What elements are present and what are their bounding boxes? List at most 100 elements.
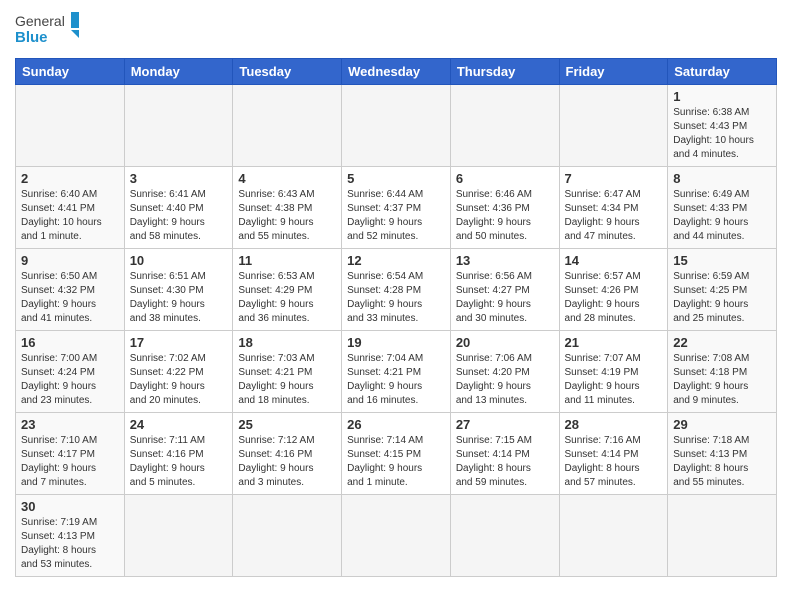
- calendar-cell: 30 Sunrise: 7:19 AM Sunset: 4:13 PM Dayli…: [16, 495, 125, 577]
- day-info: Sunrise: 6:43 AM Sunset: 4:38 PM Dayligh…: [238, 188, 336, 244]
- calendar-cell: 12Sunrise: 6:54 AM Sunset: 4:28 PM Dayli…: [342, 249, 451, 331]
- day-number: 25: [238, 417, 336, 432]
- calendar-week-row: 2 Sunrise: 6:40 AM Sunset: 4:41 PM Daylig…: [16, 167, 777, 249]
- day-number: 13: [456, 253, 554, 268]
- calendar-cell: 25 Sunrise: 7:12 AM Sunset: 4:16 PM Dayli…: [233, 413, 342, 495]
- day-number: 23: [21, 417, 119, 432]
- logo: GeneralBlue: [15, 10, 85, 50]
- day-number: 17: [130, 335, 228, 350]
- weekday-header: Monday: [124, 59, 233, 85]
- day-number: 6: [456, 171, 554, 186]
- calendar-cell: [233, 85, 342, 167]
- day-info: Sunrise: 6:53 AM Sunset: 4:29 PM Dayligh…: [238, 270, 336, 326]
- calendar-header-row: SundayMondayTuesdayWednesdayThursdayFrid…: [16, 59, 777, 85]
- svg-text:General: General: [15, 13, 65, 29]
- calendar-cell: [668, 495, 777, 577]
- calendar-cell: 29 Sunrise: 7:18 AM Sunset: 4:13 PM Dayli…: [668, 413, 777, 495]
- calendar-week-row: 16Sunrise: 7:00 AM Sunset: 4:24 PM Dayli…: [16, 331, 777, 413]
- day-info: Sunrise: 6:51 AM Sunset: 4:30 PM Dayligh…: [130, 270, 228, 326]
- day-number: 20: [456, 335, 554, 350]
- calendar-cell: 27Sunrise: 7:15 AM Sunset: 4:14 PM Dayli…: [450, 413, 559, 495]
- day-info: Sunrise: 6:54 AM Sunset: 4:28 PM Dayligh…: [347, 270, 445, 326]
- weekday-header: Wednesday: [342, 59, 451, 85]
- calendar-cell: 8Sunrise: 6:49 AM Sunset: 4:33 PM Daylig…: [668, 167, 777, 249]
- calendar-week-row: 30 Sunrise: 7:19 AM Sunset: 4:13 PM Dayli…: [16, 495, 777, 577]
- day-info: Sunrise: 7:19 AM Sunset: 4:13 PM Dayligh…: [21, 516, 119, 572]
- calendar-cell: 14Sunrise: 6:57 AM Sunset: 4:26 PM Dayli…: [559, 249, 668, 331]
- calendar-cell: 22Sunrise: 7:08 AM Sunset: 4:18 PM Dayli…: [668, 331, 777, 413]
- calendar-week-row: 23 Sunrise: 7:10 AM Sunset: 4:17 PM Dayli…: [16, 413, 777, 495]
- calendar-cell: 26 Sunrise: 7:14 AM Sunset: 4:15 PM Dayli…: [342, 413, 451, 495]
- weekday-header: Thursday: [450, 59, 559, 85]
- svg-text:Blue: Blue: [15, 29, 48, 46]
- calendar-cell: [124, 85, 233, 167]
- calendar-cell: [342, 495, 451, 577]
- day-number: 16: [21, 335, 119, 350]
- calendar-cell: 17 Sunrise: 7:02 AM Sunset: 4:22 PM Dayli…: [124, 331, 233, 413]
- calendar-cell: [559, 85, 668, 167]
- day-info: Sunrise: 7:10 AM Sunset: 4:17 PM Dayligh…: [21, 434, 119, 490]
- day-info: Sunrise: 6:57 AM Sunset: 4:26 PM Dayligh…: [565, 270, 663, 326]
- calendar-cell: [124, 495, 233, 577]
- calendar-cell: [450, 85, 559, 167]
- calendar-cell: [233, 495, 342, 577]
- day-info: Sunrise: 7:02 AM Sunset: 4:22 PM Dayligh…: [130, 352, 228, 408]
- day-number: 29: [673, 417, 771, 432]
- calendar-week-row: 1Sunrise: 6:38 AM Sunset: 4:43 PM Daylig…: [16, 85, 777, 167]
- day-info: Sunrise: 6:50 AM Sunset: 4:32 PM Dayligh…: [21, 270, 119, 326]
- calendar-cell: 2 Sunrise: 6:40 AM Sunset: 4:41 PM Daylig…: [16, 167, 125, 249]
- calendar-cell: 7Sunrise: 6:47 AM Sunset: 4:34 PM Daylig…: [559, 167, 668, 249]
- day-info: Sunrise: 7:03 AM Sunset: 4:21 PM Dayligh…: [238, 352, 336, 408]
- weekday-header: Tuesday: [233, 59, 342, 85]
- calendar-cell: 18Sunrise: 7:03 AM Sunset: 4:21 PM Dayli…: [233, 331, 342, 413]
- day-info: Sunrise: 7:12 AM Sunset: 4:16 PM Dayligh…: [238, 434, 336, 490]
- calendar-cell: 1Sunrise: 6:38 AM Sunset: 4:43 PM Daylig…: [668, 85, 777, 167]
- calendar-cell: [16, 85, 125, 167]
- day-number: 19: [347, 335, 445, 350]
- calendar-cell: 10 Sunrise: 6:51 AM Sunset: 4:30 PM Dayli…: [124, 249, 233, 331]
- day-number: 24: [130, 417, 228, 432]
- day-info: Sunrise: 7:04 AM Sunset: 4:21 PM Dayligh…: [347, 352, 445, 408]
- calendar-cell: 3Sunrise: 6:41 AM Sunset: 4:40 PM Daylig…: [124, 167, 233, 249]
- calendar-cell: 20Sunrise: 7:06 AM Sunset: 4:20 PM Dayli…: [450, 331, 559, 413]
- calendar-cell: 15 Sunrise: 6:59 AM Sunset: 4:25 PM Dayli…: [668, 249, 777, 331]
- day-number: 7: [565, 171, 663, 186]
- day-info: Sunrise: 7:18 AM Sunset: 4:13 PM Dayligh…: [673, 434, 771, 490]
- day-number: 11: [238, 253, 336, 268]
- day-number: 21: [565, 335, 663, 350]
- day-info: Sunrise: 7:14 AM Sunset: 4:15 PM Dayligh…: [347, 434, 445, 490]
- day-number: 4: [238, 171, 336, 186]
- weekday-header: Sunday: [16, 59, 125, 85]
- day-info: Sunrise: 6:38 AM Sunset: 4:43 PM Dayligh…: [673, 106, 771, 162]
- calendar-cell: 4 Sunrise: 6:43 AM Sunset: 4:38 PM Daylig…: [233, 167, 342, 249]
- calendar-cell: 21 Sunrise: 7:07 AM Sunset: 4:19 PM Dayli…: [559, 331, 668, 413]
- calendar-cell: 28 Sunrise: 7:16 AM Sunset: 4:14 PM Dayli…: [559, 413, 668, 495]
- calendar-cell: 5 Sunrise: 6:44 AM Sunset: 4:37 PM Daylig…: [342, 167, 451, 249]
- weekday-header: Friday: [559, 59, 668, 85]
- day-number: 15: [673, 253, 771, 268]
- day-number: 9: [21, 253, 119, 268]
- day-number: 2: [21, 171, 119, 186]
- day-info: Sunrise: 6:46 AM Sunset: 4:36 PM Dayligh…: [456, 188, 554, 244]
- calendar-cell: 11 Sunrise: 6:53 AM Sunset: 4:29 PM Dayli…: [233, 249, 342, 331]
- calendar-cell: 6 Sunrise: 6:46 AM Sunset: 4:36 PM Daylig…: [450, 167, 559, 249]
- day-number: 5: [347, 171, 445, 186]
- day-info: Sunrise: 6:49 AM Sunset: 4:33 PM Dayligh…: [673, 188, 771, 244]
- day-info: Sunrise: 6:44 AM Sunset: 4:37 PM Dayligh…: [347, 188, 445, 244]
- calendar-cell: 9 Sunrise: 6:50 AM Sunset: 4:32 PM Daylig…: [16, 249, 125, 331]
- day-info: Sunrise: 7:07 AM Sunset: 4:19 PM Dayligh…: [565, 352, 663, 408]
- calendar-cell: [450, 495, 559, 577]
- day-info: Sunrise: 7:11 AM Sunset: 4:16 PM Dayligh…: [130, 434, 228, 490]
- day-info: Sunrise: 6:40 AM Sunset: 4:41 PM Dayligh…: [21, 188, 119, 244]
- day-info: Sunrise: 7:08 AM Sunset: 4:18 PM Dayligh…: [673, 352, 771, 408]
- calendar-cell: 19 Sunrise: 7:04 AM Sunset: 4:21 PM Dayli…: [342, 331, 451, 413]
- day-info: Sunrise: 7:16 AM Sunset: 4:14 PM Dayligh…: [565, 434, 663, 490]
- day-number: 28: [565, 417, 663, 432]
- day-info: Sunrise: 6:56 AM Sunset: 4:27 PM Dayligh…: [456, 270, 554, 326]
- day-number: 10: [130, 253, 228, 268]
- day-number: 3: [130, 171, 228, 186]
- day-number: 26: [347, 417, 445, 432]
- day-info: Sunrise: 6:59 AM Sunset: 4:25 PM Dayligh…: [673, 270, 771, 326]
- logo-icon: GeneralBlue: [15, 10, 85, 50]
- day-number: 30: [21, 499, 119, 514]
